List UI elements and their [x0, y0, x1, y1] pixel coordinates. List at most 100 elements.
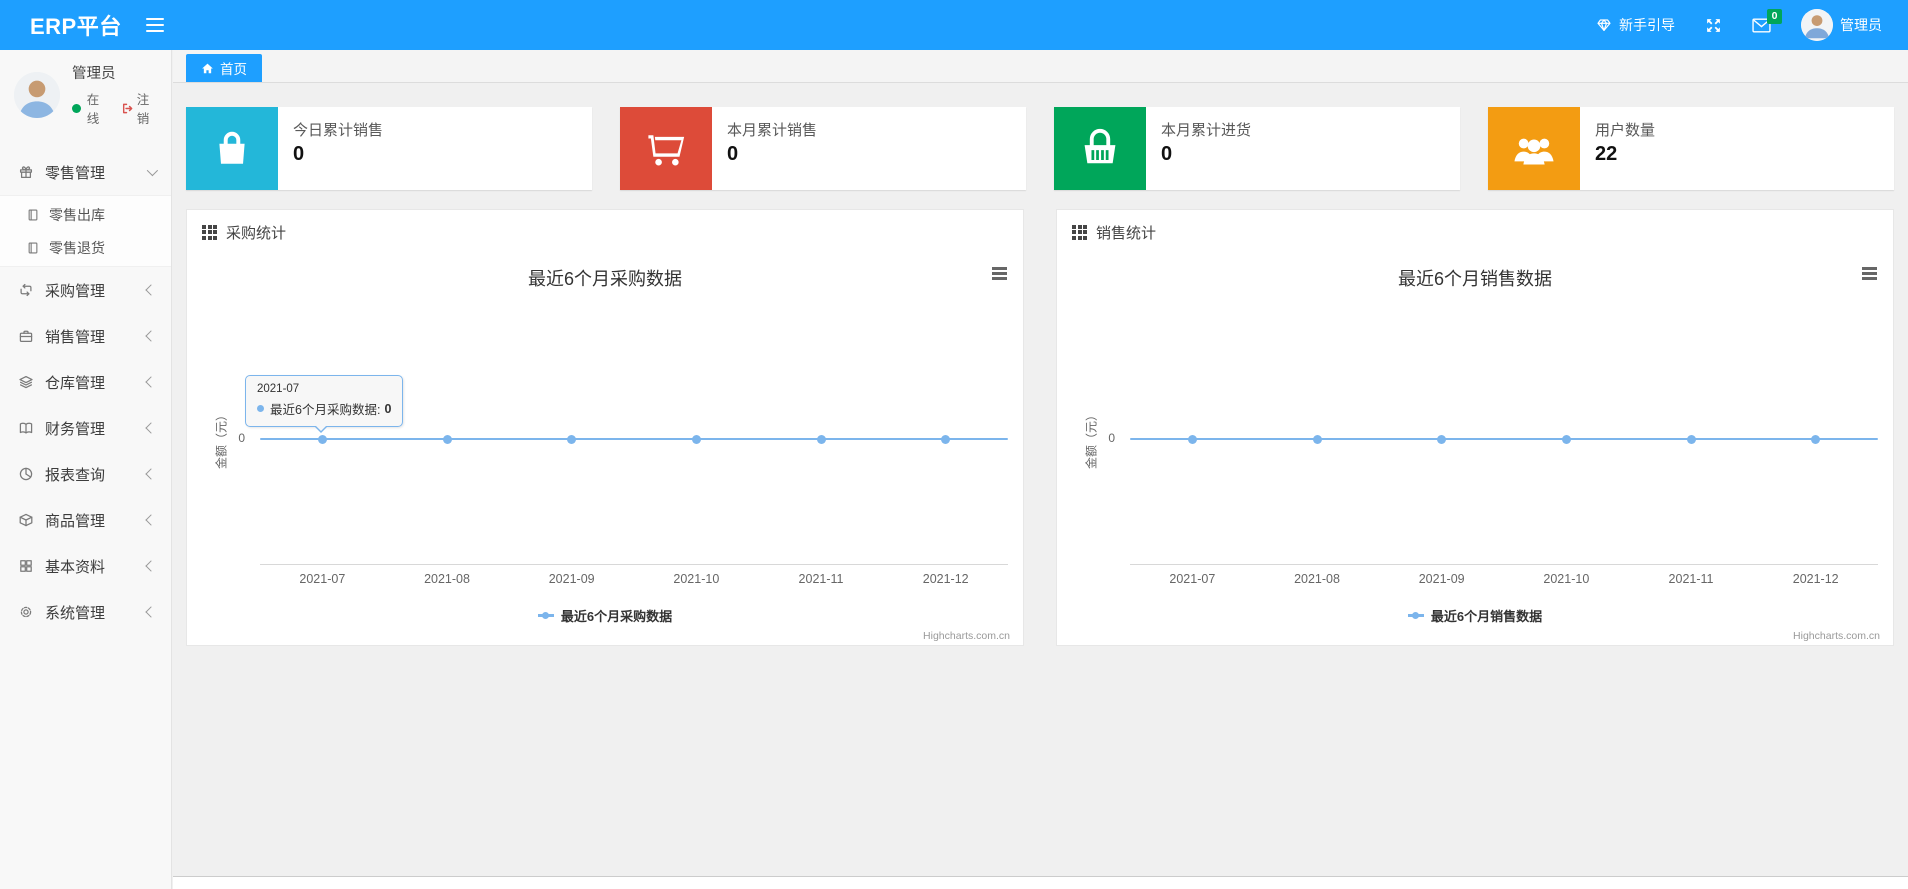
guide-label: 新手引导	[1619, 17, 1675, 33]
footer-divider	[173, 876, 1908, 889]
grid-icon	[20, 560, 32, 572]
sidebar-user-status: 在线 注销	[72, 89, 161, 127]
stat-card-body: 今日累计销售 0	[278, 107, 383, 190]
app-logo: ERP平台	[30, 14, 122, 39]
stat-cards-row: 今日累计销售 0 本月累计销售 0 本月累计进货 0 用户数量 22	[186, 107, 1895, 190]
sidebar-item-retail-return[interactable]: 零售退货	[0, 231, 171, 264]
data-point[interactable]	[1561, 435, 1571, 444]
grid-icon	[1072, 224, 1087, 240]
users-icon	[1488, 107, 1580, 190]
stat-card-value: 22	[1595, 143, 1618, 165]
sidebar-item-sales[interactable]: 销售管理	[0, 313, 171, 359]
sidebar-item-products[interactable]: 商品管理	[0, 497, 171, 543]
sidebar-item-retail[interactable]: 零售管理	[0, 149, 171, 195]
chevron-left-icon	[145, 376, 157, 388]
data-point[interactable]	[691, 435, 701, 444]
sidebar-item-label: 基本资料	[45, 558, 106, 576]
data-point[interactable]	[1437, 435, 1447, 444]
stat-card-body: 本月累计销售 0	[712, 107, 817, 190]
x-axis-line	[1130, 564, 1878, 565]
legend-marker-icon	[1407, 611, 1424, 620]
sidebar-item-label: 系统管理	[45, 604, 106, 622]
stat-card-label: 用户数量	[1595, 122, 1656, 139]
messages-button[interactable]: 0	[1752, 8, 1782, 33]
series-dot-icon	[257, 405, 264, 412]
grid-icon	[202, 224, 217, 240]
sidebar-item-label: 仓库管理	[45, 374, 106, 392]
x-tick-label: 2021-11	[1668, 572, 1714, 586]
shopping-bag-icon	[186, 107, 278, 190]
sidebar-user-panel: 管理员 在线 注销	[0, 50, 171, 141]
panel-header: 销售统计	[1057, 210, 1893, 254]
sidebar-item-system[interactable]: 系统管理	[0, 589, 171, 635]
stat-card-label: 本月累计进货	[1161, 122, 1252, 139]
chart-legend[interactable]: 最近6个月采购数据	[187, 606, 1023, 625]
loop-icon	[20, 283, 32, 297]
series-markers	[1130, 435, 1878, 444]
highcharts-credits[interactable]: Highcharts.com.cn	[923, 630, 1010, 642]
series-markers	[260, 435, 1008, 444]
tab-home[interactable]: 首页	[186, 54, 262, 82]
chart-tooltip: 2021-07 最近6个月采购数据: 0	[245, 375, 404, 433]
pie-chart-icon	[19, 467, 33, 481]
chevron-left-icon	[145, 606, 157, 618]
data-point[interactable]	[567, 435, 577, 444]
tooltip-series: 最近6个月采购数据:	[270, 403, 381, 417]
user-menu[interactable]: 管理员	[1801, 9, 1882, 41]
tab-home-label: 首页	[220, 62, 247, 77]
sidebar-toggle-icon[interactable]	[145, 17, 164, 33]
cube-icon	[19, 513, 33, 527]
sidebar-item-label: 零售出库	[49, 206, 105, 223]
sidebar-item-label: 零售管理	[45, 164, 106, 182]
stat-card-value: 0	[1161, 143, 1173, 165]
sidebar-item-label: 商品管理	[45, 512, 106, 530]
tooltip-value: 0	[384, 401, 392, 416]
sidebar-item-procurement[interactable]: 采购管理	[0, 267, 171, 313]
logout-link[interactable]: 注销	[121, 89, 161, 127]
stat-card-month-sales: 本月累计销售 0	[620, 107, 1026, 190]
highcharts-credits[interactable]: Highcharts.com.cn	[1793, 630, 1880, 642]
data-point[interactable]	[816, 435, 826, 444]
panel-title: 销售统计	[1096, 224, 1157, 242]
sidebar-item-finance[interactable]: 财务管理	[0, 405, 171, 451]
sidebar-user-info: 管理员 在线 注销	[72, 62, 161, 127]
guide-button[interactable]: 新手引导	[1596, 15, 1675, 35]
data-point[interactable]	[941, 435, 951, 444]
sidebar-item-label: 销售管理	[45, 328, 106, 346]
data-point[interactable]	[1187, 435, 1197, 444]
sidebar-item-retail-outbound[interactable]: 零售出库	[0, 198, 171, 231]
data-point[interactable]	[1686, 435, 1696, 444]
message-count-badge: 0	[1767, 8, 1782, 24]
gift-icon	[19, 166, 33, 179]
data-point[interactable]	[442, 435, 452, 444]
data-point[interactable]	[1312, 435, 1322, 444]
panel-title: 采购统计	[226, 224, 287, 242]
book-icon	[19, 422, 33, 434]
x-tick-label: 2021-10	[673, 572, 720, 586]
chart-legend[interactable]: 最近6个月销售数据	[1057, 606, 1893, 625]
tooltip-date: 2021-07	[257, 383, 300, 395]
sidebar-item-reports[interactable]: 报表查询	[0, 451, 171, 497]
sign-out-icon	[123, 103, 133, 113]
sidebar-item-warehouse[interactable]: 仓库管理	[0, 359, 171, 405]
chevron-left-icon	[145, 284, 157, 296]
main-area: 首页 今日累计销售 0 本月累计销售 0 本月累计进货 0 用户数量 22 采购…	[173, 50, 1908, 889]
chart-panels-row: 采购统计 最近6个月采购数据 金额（元） 0 2021-07 2021-08 2…	[186, 209, 1895, 646]
erp-app: ERP平台 新手引导 0 管理员 管理员 在线 注销 零售管理 零售出库 零售退…	[0, 0, 1908, 889]
file-icon	[28, 242, 38, 253]
chart-context-menu-icon[interactable]	[1862, 267, 1877, 280]
x-tick-label: 2021-09	[1418, 572, 1465, 586]
sales-stats-panel: 销售统计 最近6个月销售数据 金额（元） 0 2021-07 2021-08 2…	[1056, 209, 1894, 646]
user-avatar	[1801, 9, 1833, 41]
legend-marker-icon	[537, 611, 554, 620]
chevron-left-icon	[145, 560, 157, 572]
sidebar-item-basic-data[interactable]: 基本资料	[0, 543, 171, 589]
chart-context-menu-icon[interactable]	[992, 267, 1007, 280]
data-point[interactable]	[1811, 435, 1821, 444]
legend-label: 最近6个月销售数据	[1430, 609, 1543, 624]
fullscreen-button[interactable]	[1705, 17, 1722, 34]
sidebar-item-label: 财务管理	[45, 420, 106, 438]
diamond-icon	[1597, 19, 1611, 31]
stat-card-value: 0	[727, 143, 739, 165]
chevron-left-icon	[145, 468, 157, 480]
